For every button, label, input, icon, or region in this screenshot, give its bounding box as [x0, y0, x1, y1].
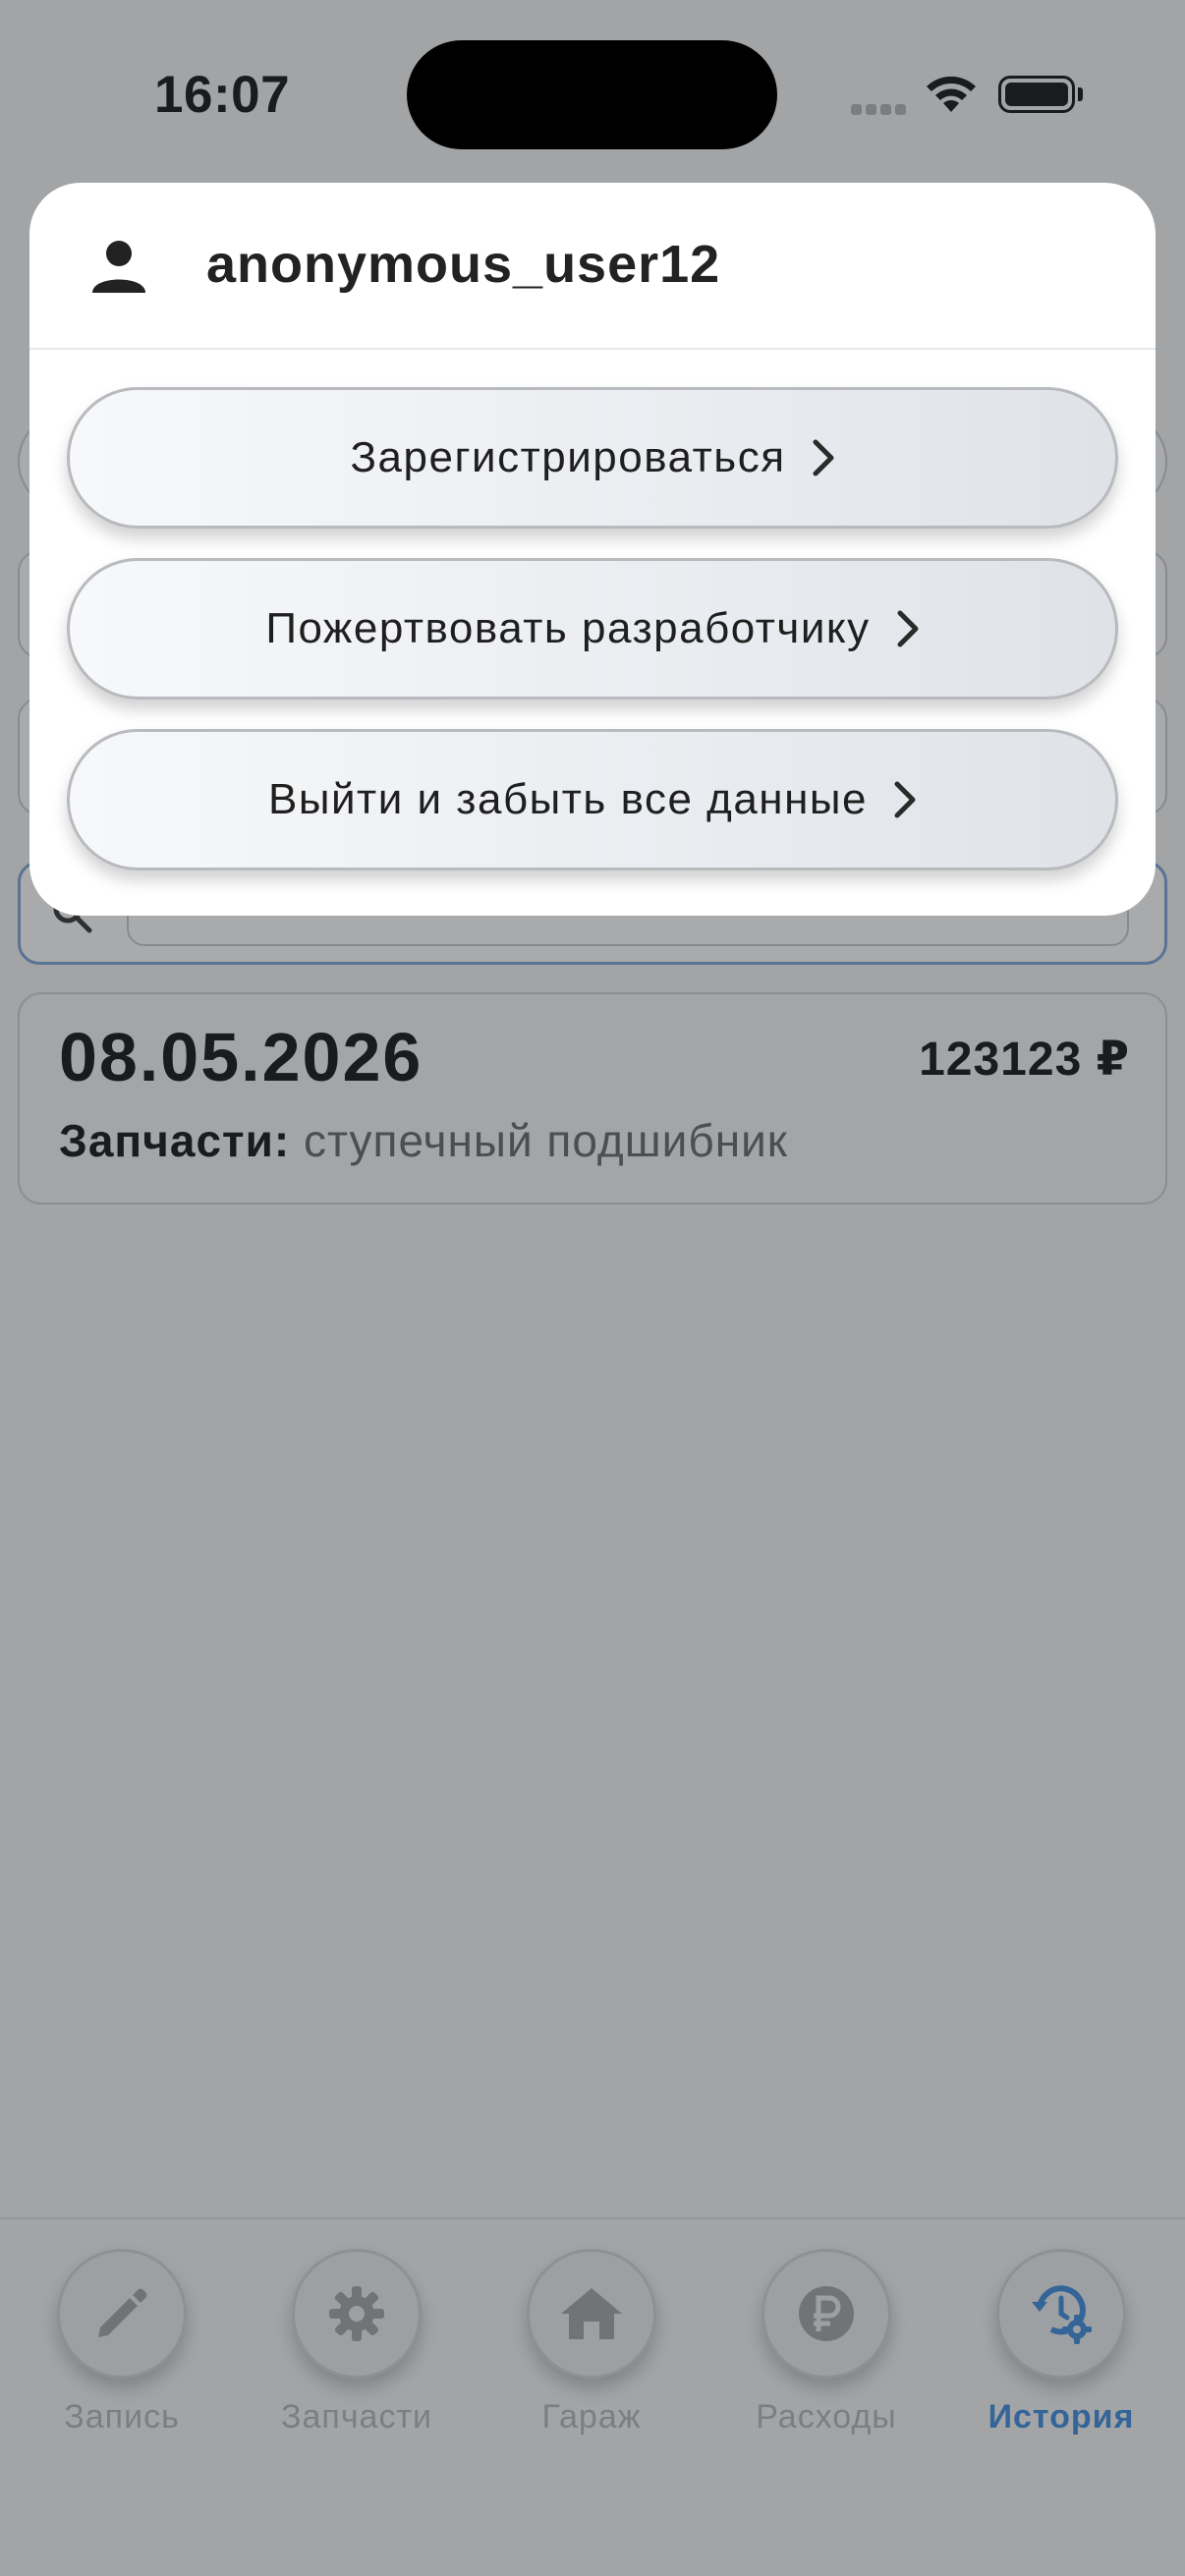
username: anonymous_user12: [206, 235, 721, 294]
chevron-right-icon: [896, 609, 920, 648]
logout-button-label: Выйти и забыть все данные: [268, 775, 868, 823]
donate-button-label: Пожертвовать разработчику: [265, 604, 871, 652]
logout-forget-data-button[interactable]: Выйти и забыть все данные: [67, 729, 1118, 870]
account-menu-popup: anonymous_user12 Зарегистрироваться Поже…: [29, 183, 1156, 916]
donate-button[interactable]: Пожертвовать разработчику: [67, 558, 1118, 700]
register-button-label: Зарегистрироваться: [350, 433, 786, 481]
chevron-right-icon: [812, 438, 835, 477]
person-icon: [90, 238, 147, 300]
dynamic-island: [407, 40, 777, 149]
account-header: anonymous_user12: [29, 183, 1156, 350]
register-button[interactable]: Зарегистрироваться: [67, 387, 1118, 529]
chevron-right-icon: [893, 780, 917, 819]
